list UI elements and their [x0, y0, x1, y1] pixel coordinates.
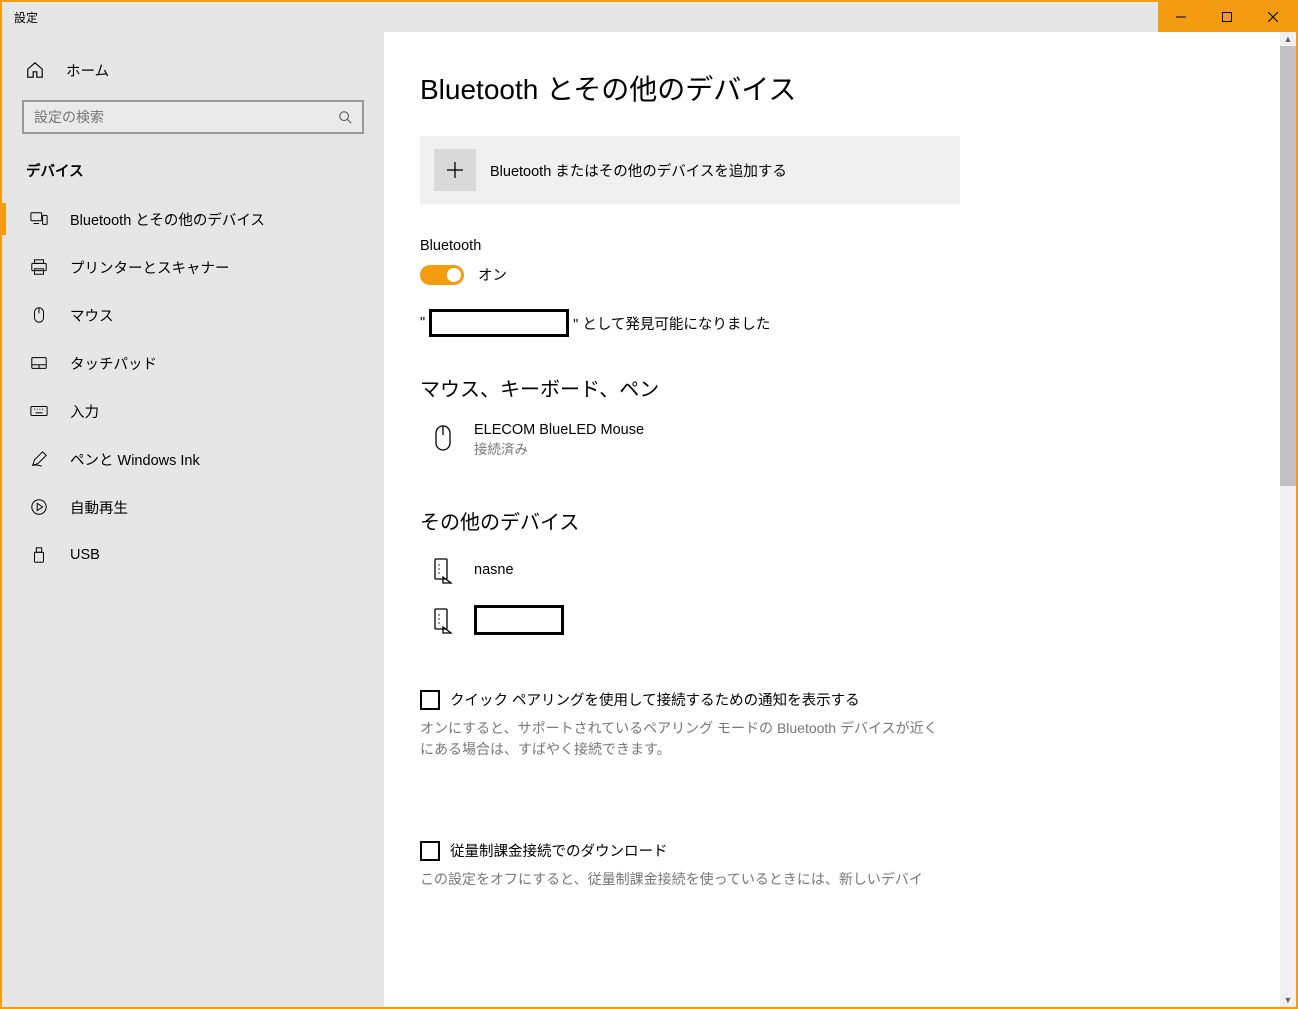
scrollbar-thumb[interactable]	[1280, 46, 1296, 486]
maximize-button[interactable]	[1204, 2, 1250, 32]
sidebar-item-label: 自動再生	[70, 497, 128, 518]
sidebar-item-mouse[interactable]: マウス	[2, 291, 384, 339]
home-label: ホーム	[66, 60, 109, 81]
bluetooth-label: Bluetooth	[420, 238, 1180, 254]
content-area: Bluetooth とその他のデバイス Bluetooth またはその他のデバイ…	[384, 32, 1296, 1007]
discoverable-text: " " として発見可能になりました	[420, 309, 1180, 337]
quick-pairing-description: オンにすると、サポートされているペアリング モードの Bluetooth デバイ…	[420, 718, 950, 760]
sidebar-item-printers[interactable]: プリンターとスキャナー	[2, 243, 384, 291]
device-item-redacted[interactable]	[420, 599, 1180, 649]
sidebar-item-label: ペンと Windows Ink	[70, 449, 200, 470]
search-field[interactable]	[34, 109, 338, 125]
scroll-up-icon[interactable]: ▲	[1280, 32, 1296, 46]
printer-icon	[30, 258, 48, 276]
autoplay-icon	[30, 498, 48, 516]
media-device-icon	[431, 557, 455, 585]
media-device-icon	[431, 607, 455, 635]
titlebar: 設定	[2, 2, 1296, 32]
category-header: デバイス	[2, 152, 384, 195]
sidebar-item-autoplay[interactable]: 自動再生	[2, 483, 384, 531]
plus-icon-box	[434, 149, 476, 191]
bluetooth-toggle[interactable]	[420, 265, 464, 285]
sidebar-item-label: 入力	[70, 401, 99, 422]
home-nav[interactable]: ホーム	[2, 48, 384, 92]
window-title: 設定	[2, 9, 1158, 26]
device-name: nasne	[474, 562, 514, 578]
page-title: Bluetooth とその他のデバイス	[420, 68, 1180, 108]
search-input[interactable]	[22, 100, 364, 134]
device-name-redacted	[474, 605, 564, 635]
sidebar-item-pen[interactable]: ペンと Windows Ink	[2, 435, 384, 483]
group-heading-other: その他のデバイス	[420, 506, 1180, 535]
device-status: 接続済み	[474, 438, 644, 458]
sidebar-item-bluetooth[interactable]: Bluetooth とその他のデバイス	[2, 195, 384, 243]
toggle-knob	[447, 268, 461, 282]
group-heading-mkp: マウス、キーボード、ペン	[420, 373, 1180, 402]
scrollbar[interactable]: ▲ ▼	[1280, 32, 1296, 1007]
add-device-button[interactable]: Bluetooth またはその他のデバイスを追加する	[420, 136, 960, 204]
device-item-nasne[interactable]: nasne	[420, 549, 1180, 599]
add-device-label: Bluetooth またはその他のデバイスを追加する	[490, 160, 787, 181]
scroll-down-icon[interactable]: ▼	[1280, 993, 1296, 1007]
touchpad-icon	[30, 354, 48, 372]
devices-icon	[30, 210, 48, 228]
toggle-state-label: オン	[478, 264, 507, 285]
plus-icon	[445, 160, 465, 180]
sidebar-item-label: マウス	[70, 305, 114, 326]
pen-icon	[30, 450, 48, 468]
mouse-icon	[30, 306, 48, 324]
sidebar: ホーム デバイス Bluetooth とその他のデバイス プリンターとスキャナー…	[2, 32, 384, 1007]
usb-icon	[30, 546, 48, 564]
discoverable-suffix: " として発見可能になりました	[573, 313, 770, 334]
device-name-redacted	[429, 309, 569, 337]
sidebar-item-touchpad[interactable]: タッチパッド	[2, 339, 384, 387]
window-controls	[1158, 2, 1296, 32]
sidebar-item-label: Bluetooth とその他のデバイス	[70, 209, 265, 230]
sidebar-item-usb[interactable]: USB	[2, 531, 384, 579]
device-item-mouse[interactable]: ELECOM BlueLED Mouse 接続済み	[420, 416, 1180, 478]
minimize-icon	[1176, 12, 1186, 22]
sidebar-item-label: タッチパッド	[70, 353, 157, 374]
minimize-button[interactable]	[1158, 2, 1204, 32]
close-button[interactable]	[1250, 2, 1296, 32]
close-icon	[1268, 12, 1278, 22]
sidebar-item-label: USB	[70, 547, 100, 563]
sidebar-item-label: プリンターとスキャナー	[70, 257, 230, 278]
device-name: ELECOM BlueLED Mouse	[474, 422, 644, 438]
maximize-icon	[1222, 12, 1232, 22]
sidebar-item-typing[interactable]: 入力	[2, 387, 384, 435]
discoverable-prefix: "	[420, 315, 425, 331]
metered-description: この設定をオフにすると、従量制課金接続を使っているときには、新しいデバイ	[420, 869, 950, 890]
home-icon	[26, 61, 44, 79]
quick-pairing-checkbox[interactable]	[420, 690, 440, 710]
keyboard-icon	[30, 402, 48, 420]
metered-checkbox[interactable]	[420, 841, 440, 861]
mouse-device-icon	[433, 424, 453, 452]
search-icon	[338, 110, 352, 124]
metered-label: 従量制課金接続でのダウンロード	[450, 840, 668, 861]
quick-pairing-label: クイック ペアリングを使用して接続するための通知を表示する	[450, 689, 860, 710]
